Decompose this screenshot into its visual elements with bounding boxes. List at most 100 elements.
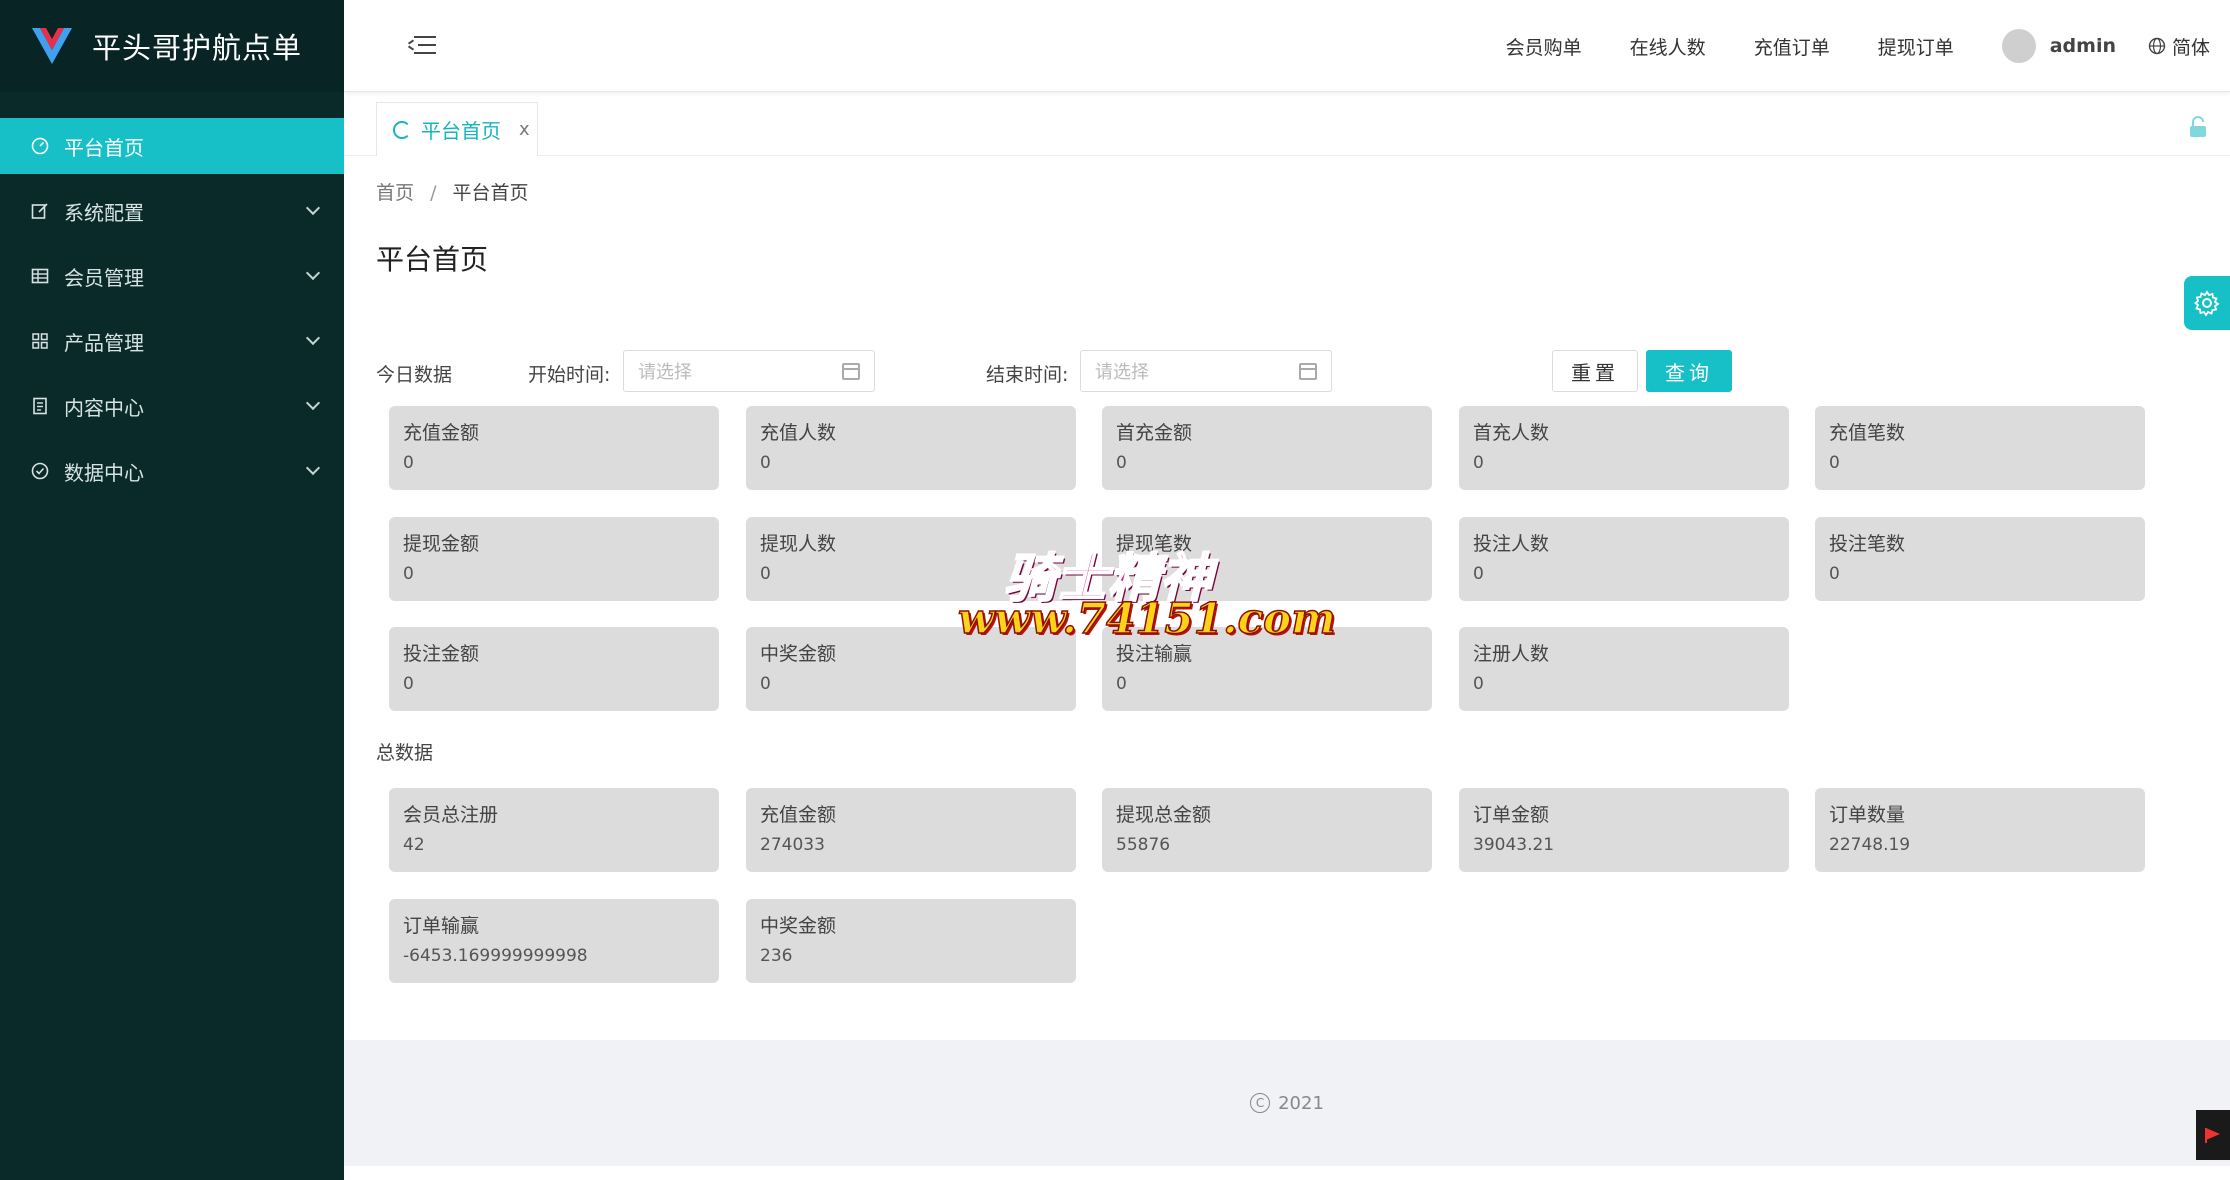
check-circle-icon: [30, 461, 50, 481]
tab-dashboard[interactable]: 平台首页 x: [376, 102, 538, 156]
stat-label: 投注金额: [403, 643, 480, 665]
grid-icon: [30, 331, 50, 351]
sidebar-item-label: 内容中心: [64, 395, 144, 420]
flag-button[interactable]: [2196, 1110, 2230, 1160]
stat-label: 投注人数: [1473, 533, 1550, 555]
stat-label: 注册人数: [1473, 643, 1550, 665]
nav-member-orders[interactable]: 会员购单: [1506, 33, 1582, 60]
stat-label: 投注笔数: [1829, 533, 1906, 555]
sidebar-item-members[interactable]: 会员管理: [0, 248, 344, 304]
close-icon[interactable]: x: [519, 119, 530, 140]
stat-label: 提现笔数: [1116, 533, 1193, 555]
chevron-down-icon: [305, 200, 321, 216]
stat-card: 充值人数 0: [746, 406, 1076, 490]
stat-label: 订单数量: [1829, 804, 1906, 826]
end-time-label: 结束时间:: [986, 364, 1069, 386]
filter-row: 今日数据 开始时间: 请选择 结束时间: 请选择 重置 查询: [376, 350, 2230, 394]
chevron-down-icon: [305, 265, 321, 281]
language-switch[interactable]: 简体: [2148, 33, 2210, 60]
stat-value: 0: [1116, 453, 1127, 473]
sidebar-item-products[interactable]: 产品管理: [0, 313, 344, 369]
copyright-icon: C: [1250, 1093, 1271, 1113]
stat-card: 投注金额 0: [389, 627, 719, 711]
avatar[interactable]: [2001, 29, 2036, 63]
stat-value: 42: [403, 835, 425, 855]
stat-card: 注册人数 0: [1459, 627, 1789, 711]
stat-value: 0: [403, 564, 414, 584]
user-name[interactable]: admin: [2050, 35, 2116, 57]
table-icon: [30, 266, 50, 286]
chevron-down-icon: [305, 460, 321, 476]
breadcrumb-current: 平台首页: [452, 182, 529, 204]
stat-value: 0: [1116, 564, 1127, 584]
flag-icon: [2205, 1128, 2220, 1143]
tab-label: 平台首页: [421, 119, 501, 143]
stat-card: 首充人数 0: [1459, 406, 1789, 490]
settings-button[interactable]: [2184, 276, 2230, 330]
app-logo[interactable]: 平头哥护航点单: [0, 0, 344, 92]
page-title: 平台首页: [376, 243, 489, 276]
stat-card: 提现金额 0: [389, 517, 719, 601]
nav-online-users[interactable]: 在线人数: [1630, 33, 1706, 60]
tabs-bar: 平台首页 x: [344, 92, 2230, 156]
globe-icon: [2148, 37, 2166, 55]
stat-card: 订单数量 22748.19: [1815, 788, 2145, 872]
sidebar-item-data-center[interactable]: 数据中心: [0, 443, 344, 499]
stat-value: 0: [1473, 674, 1484, 694]
sidebar-item-dashboard[interactable]: 平台首页: [0, 118, 344, 174]
sidebar-item-label: 会员管理: [64, 265, 144, 290]
stat-label: 中奖金额: [760, 915, 837, 937]
stat-value: 39043.21: [1473, 835, 1555, 855]
breadcrumb-home[interactable]: 首页: [376, 182, 414, 204]
stat-card: 中奖金额 236: [746, 899, 1076, 983]
stat-label: 首充人数: [1473, 422, 1550, 444]
stat-value: 55876: [1116, 835, 1171, 855]
start-date-input[interactable]: 请选择: [623, 350, 875, 392]
stat-label: 首充金额: [1116, 422, 1193, 444]
stat-card: 中奖金额 0: [746, 627, 1076, 711]
stat-value: 0: [403, 674, 414, 694]
stat-value: 274033: [760, 835, 825, 855]
edit-icon: [30, 201, 50, 221]
stat-label: 提现金额: [403, 533, 480, 555]
stat-value: 0: [1829, 453, 1840, 473]
calendar-icon: [1299, 363, 1317, 380]
stat-label: 充值笔数: [1829, 422, 1906, 444]
nav-withdraw-orders[interactable]: 提现订单: [1878, 33, 1954, 60]
stat-label: 中奖金额: [760, 643, 837, 665]
stat-card: 首充金额 0: [1102, 406, 1432, 490]
start-time-label: 开始时间:: [528, 364, 611, 386]
stat-card: 会员总注册 42: [389, 788, 719, 872]
reset-button[interactable]: 重置: [1552, 350, 1638, 392]
chevron-down-icon: [305, 330, 321, 346]
stat-label: 订单输赢: [403, 915, 480, 937]
query-button[interactable]: 查询: [1646, 350, 1732, 392]
stat-label: 充值金额: [760, 804, 837, 826]
stat-value: 0: [1116, 674, 1127, 694]
refresh-icon[interactable]: [393, 120, 411, 139]
nav-recharge-orders[interactable]: 充值订单: [1754, 33, 1830, 60]
sidebar-menu: 平台首页 系统配置 会员管理 产品管理 内容中心 数据中心: [0, 118, 344, 499]
header-nav: 会员购单 在线人数 充值订单 提现订单 admin 简体: [1506, 0, 2210, 92]
footer: C 2021: [344, 1040, 2230, 1166]
stat-value: 0: [403, 453, 414, 473]
sidebar-item-label: 平台首页: [64, 135, 144, 160]
stat-card: 投注笔数 0: [1815, 517, 2145, 601]
menu-toggle-icon[interactable]: [407, 34, 436, 56]
app-title: 平头哥护航点单: [92, 31, 303, 65]
sidebar-item-system-config[interactable]: 系统配置: [0, 183, 344, 239]
stat-card: 充值笔数 0: [1815, 406, 2145, 490]
stat-label: 充值人数: [760, 422, 837, 444]
dashboard-icon: [30, 136, 50, 156]
stat-value: 236: [760, 946, 793, 966]
stat-label: 提现人数: [760, 533, 837, 555]
stat-label: 订单金额: [1473, 804, 1550, 826]
calendar-icon: [842, 363, 860, 380]
sidebar-item-content[interactable]: 内容中心: [0, 378, 344, 434]
stat-card: 投注输赢 0: [1102, 627, 1432, 711]
unlock-icon[interactable]: [2188, 116, 2208, 138]
end-date-input[interactable]: 请选择: [1080, 350, 1332, 392]
chevron-down-icon: [305, 395, 321, 411]
total-data-label: 总数据: [376, 742, 434, 764]
stat-value: -6453.169999999998: [403, 946, 588, 966]
